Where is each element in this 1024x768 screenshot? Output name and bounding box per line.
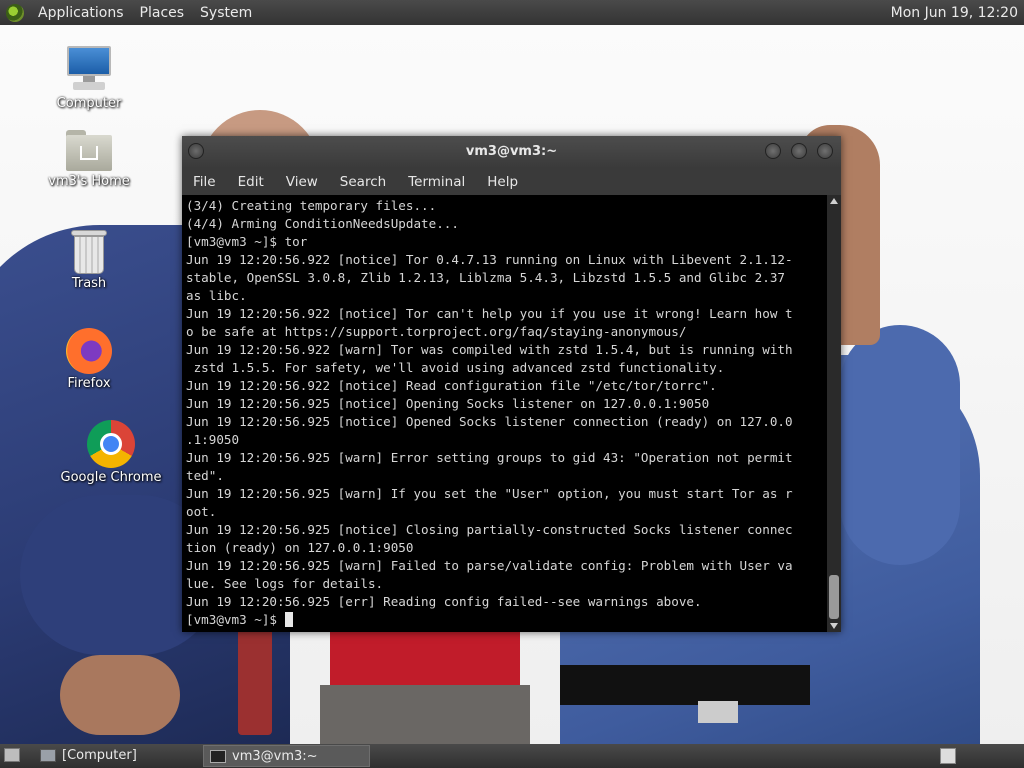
taskbar-item-terminal[interactable]: vm3@vm3:~ <box>203 745 370 767</box>
desktop-icon-label: Trash <box>71 276 107 291</box>
menu-edit[interactable]: Edit <box>227 174 275 190</box>
maximize-button[interactable] <box>791 143 807 159</box>
terminal-line: Jun 19 12:20:56.925 [notice] Opened Sock… <box>186 414 793 429</box>
menu-help[interactable]: Help <box>476 174 529 190</box>
scroll-up-arrow-icon[interactable] <box>830 198 838 204</box>
terminal-line: Jun 19 12:20:56.925 [err] Reading config… <box>186 594 702 609</box>
wallpaper-belt-buckle <box>698 701 738 723</box>
scroll-down-arrow-icon[interactable] <box>830 623 838 629</box>
wallpaper-hand-left <box>60 655 180 735</box>
wallpaper-pants-middle <box>320 685 530 744</box>
terminal-line: lue. See logs for details. <box>186 576 384 591</box>
close-button[interactable] <box>817 143 833 159</box>
taskbar-item-label: vm3@vm3:~ <box>232 749 318 764</box>
scrollbar-thumb[interactable] <box>829 575 839 619</box>
minimize-button[interactable] <box>765 143 781 159</box>
terminal-line: Jun 19 12:20:56.922 [notice] Tor 0.4.7.1… <box>186 252 793 267</box>
terminal-line: as libc. <box>186 288 247 303</box>
wallpaper-belt <box>560 665 810 705</box>
trash-icon <box>71 230 107 274</box>
terminal-line: Jun 19 12:20:56.925 [notice] Closing par… <box>186 522 793 537</box>
terminal-line: Jun 19 12:20:56.925 [warn] Failed to par… <box>186 558 793 573</box>
terminal-line: Jun 19 12:20:56.922 [warn] Tor was compi… <box>186 342 793 357</box>
terminal-line: Jun 19 12:20:56.925 [notice] Opening Soc… <box>186 396 710 411</box>
terminal-output[interactable]: (3/4) Creating temporary files... (4/4) A… <box>182 195 827 632</box>
menu-terminal[interactable]: Terminal <box>397 174 476 190</box>
terminal-line: tion (ready) on 127.0.0.1:9050 <box>186 540 414 555</box>
text-cursor <box>284 612 293 627</box>
computer-small-icon <box>40 749 56 762</box>
wallpaper-tie <box>238 625 272 735</box>
desktop-icon-label: Firefox <box>67 376 111 391</box>
terminal-line: zstd 1.5.5. For safety, we'll avoid usin… <box>186 360 725 375</box>
terminal-line: (3/4) Creating temporary files... <box>186 198 437 213</box>
taskbar-item-computer[interactable]: [Computer] <box>34 745 194 767</box>
desktop-icon-firefox[interactable]: Firefox <box>34 328 144 391</box>
wallpaper-arm-right <box>840 325 960 565</box>
distro-logo-icon[interactable] <box>6 3 24 22</box>
computer-icon <box>65 46 113 94</box>
home-folder-icon <box>66 130 112 172</box>
desktop-icon-label: Google Chrome <box>60 470 162 485</box>
applications-menu[interactable]: Applications <box>30 5 132 21</box>
terminal-line: (4/4) Arming ConditionNeedsUpdate... <box>186 216 459 231</box>
terminal-window: vm3@vm3:~ File Edit View Search Terminal… <box>182 136 841 632</box>
terminal-scrollbar[interactable] <box>827 195 841 632</box>
terminal-prompt-line: [vm3@vm3 ~]$ <box>186 611 823 629</box>
workspace-switcher[interactable] <box>940 748 956 764</box>
terminal-line: Jun 19 12:20:56.925 [warn] Error setting… <box>186 450 793 465</box>
window-title: vm3@vm3:~ <box>465 144 558 159</box>
menu-search[interactable]: Search <box>329 174 397 190</box>
top-panel: Applications Places System Mon Jun 19, 1… <box>0 0 1024 25</box>
panel-clock[interactable]: Mon Jun 19, 12:20 <box>891 5 1024 21</box>
desktop-icon-label: Computer <box>56 96 122 111</box>
terminal-line: o be safe at https://support.torproject.… <box>186 324 687 339</box>
menu-view[interactable]: View <box>275 174 329 190</box>
window-titlebar[interactable]: vm3@vm3:~ <box>182 136 841 168</box>
places-menu[interactable]: Places <box>132 5 193 21</box>
terminal-menubar: File Edit View Search Terminal Help <box>182 168 841 195</box>
show-desktop-icon[interactable] <box>4 748 20 762</box>
terminal-line: ted". <box>186 468 224 483</box>
taskbar-item-label: [Computer] <box>62 748 137 763</box>
bottom-panel: [Computer] vm3@vm3:~ <box>0 744 1024 768</box>
desktop-icon-label: vm3's Home <box>48 174 130 189</box>
window-menu-icon[interactable] <box>188 143 204 159</box>
desktop-icon-computer[interactable]: Computer <box>34 46 144 111</box>
terminal-line: [vm3@vm3 ~]$ tor <box>186 234 308 249</box>
terminal-line: Jun 19 12:20:56.922 [notice] Tor can't h… <box>186 306 793 321</box>
terminal-line: stable, OpenSSL 3.0.8, Zlib 1.2.13, Libl… <box>186 270 785 285</box>
desktop-icon-trash[interactable]: Trash <box>34 230 144 291</box>
firefox-icon <box>66 328 112 374</box>
terminal-line: Jun 19 12:20:56.925 [warn] If you set th… <box>186 486 793 501</box>
system-menu[interactable]: System <box>192 5 260 21</box>
terminal-line: .1:9050 <box>186 432 240 447</box>
chrome-icon <box>87 420 135 468</box>
terminal-line: oot. <box>186 504 217 519</box>
desktop-icon-home[interactable]: vm3's Home <box>34 130 144 189</box>
terminal-small-icon <box>210 750 226 763</box>
terminal-line: Jun 19 12:20:56.922 [notice] Read config… <box>186 378 717 393</box>
terminal-prompt: [vm3@vm3 ~]$ <box>186 612 285 627</box>
menu-file[interactable]: File <box>182 174 227 190</box>
desktop-icon-chrome[interactable]: Google Chrome <box>56 420 166 485</box>
